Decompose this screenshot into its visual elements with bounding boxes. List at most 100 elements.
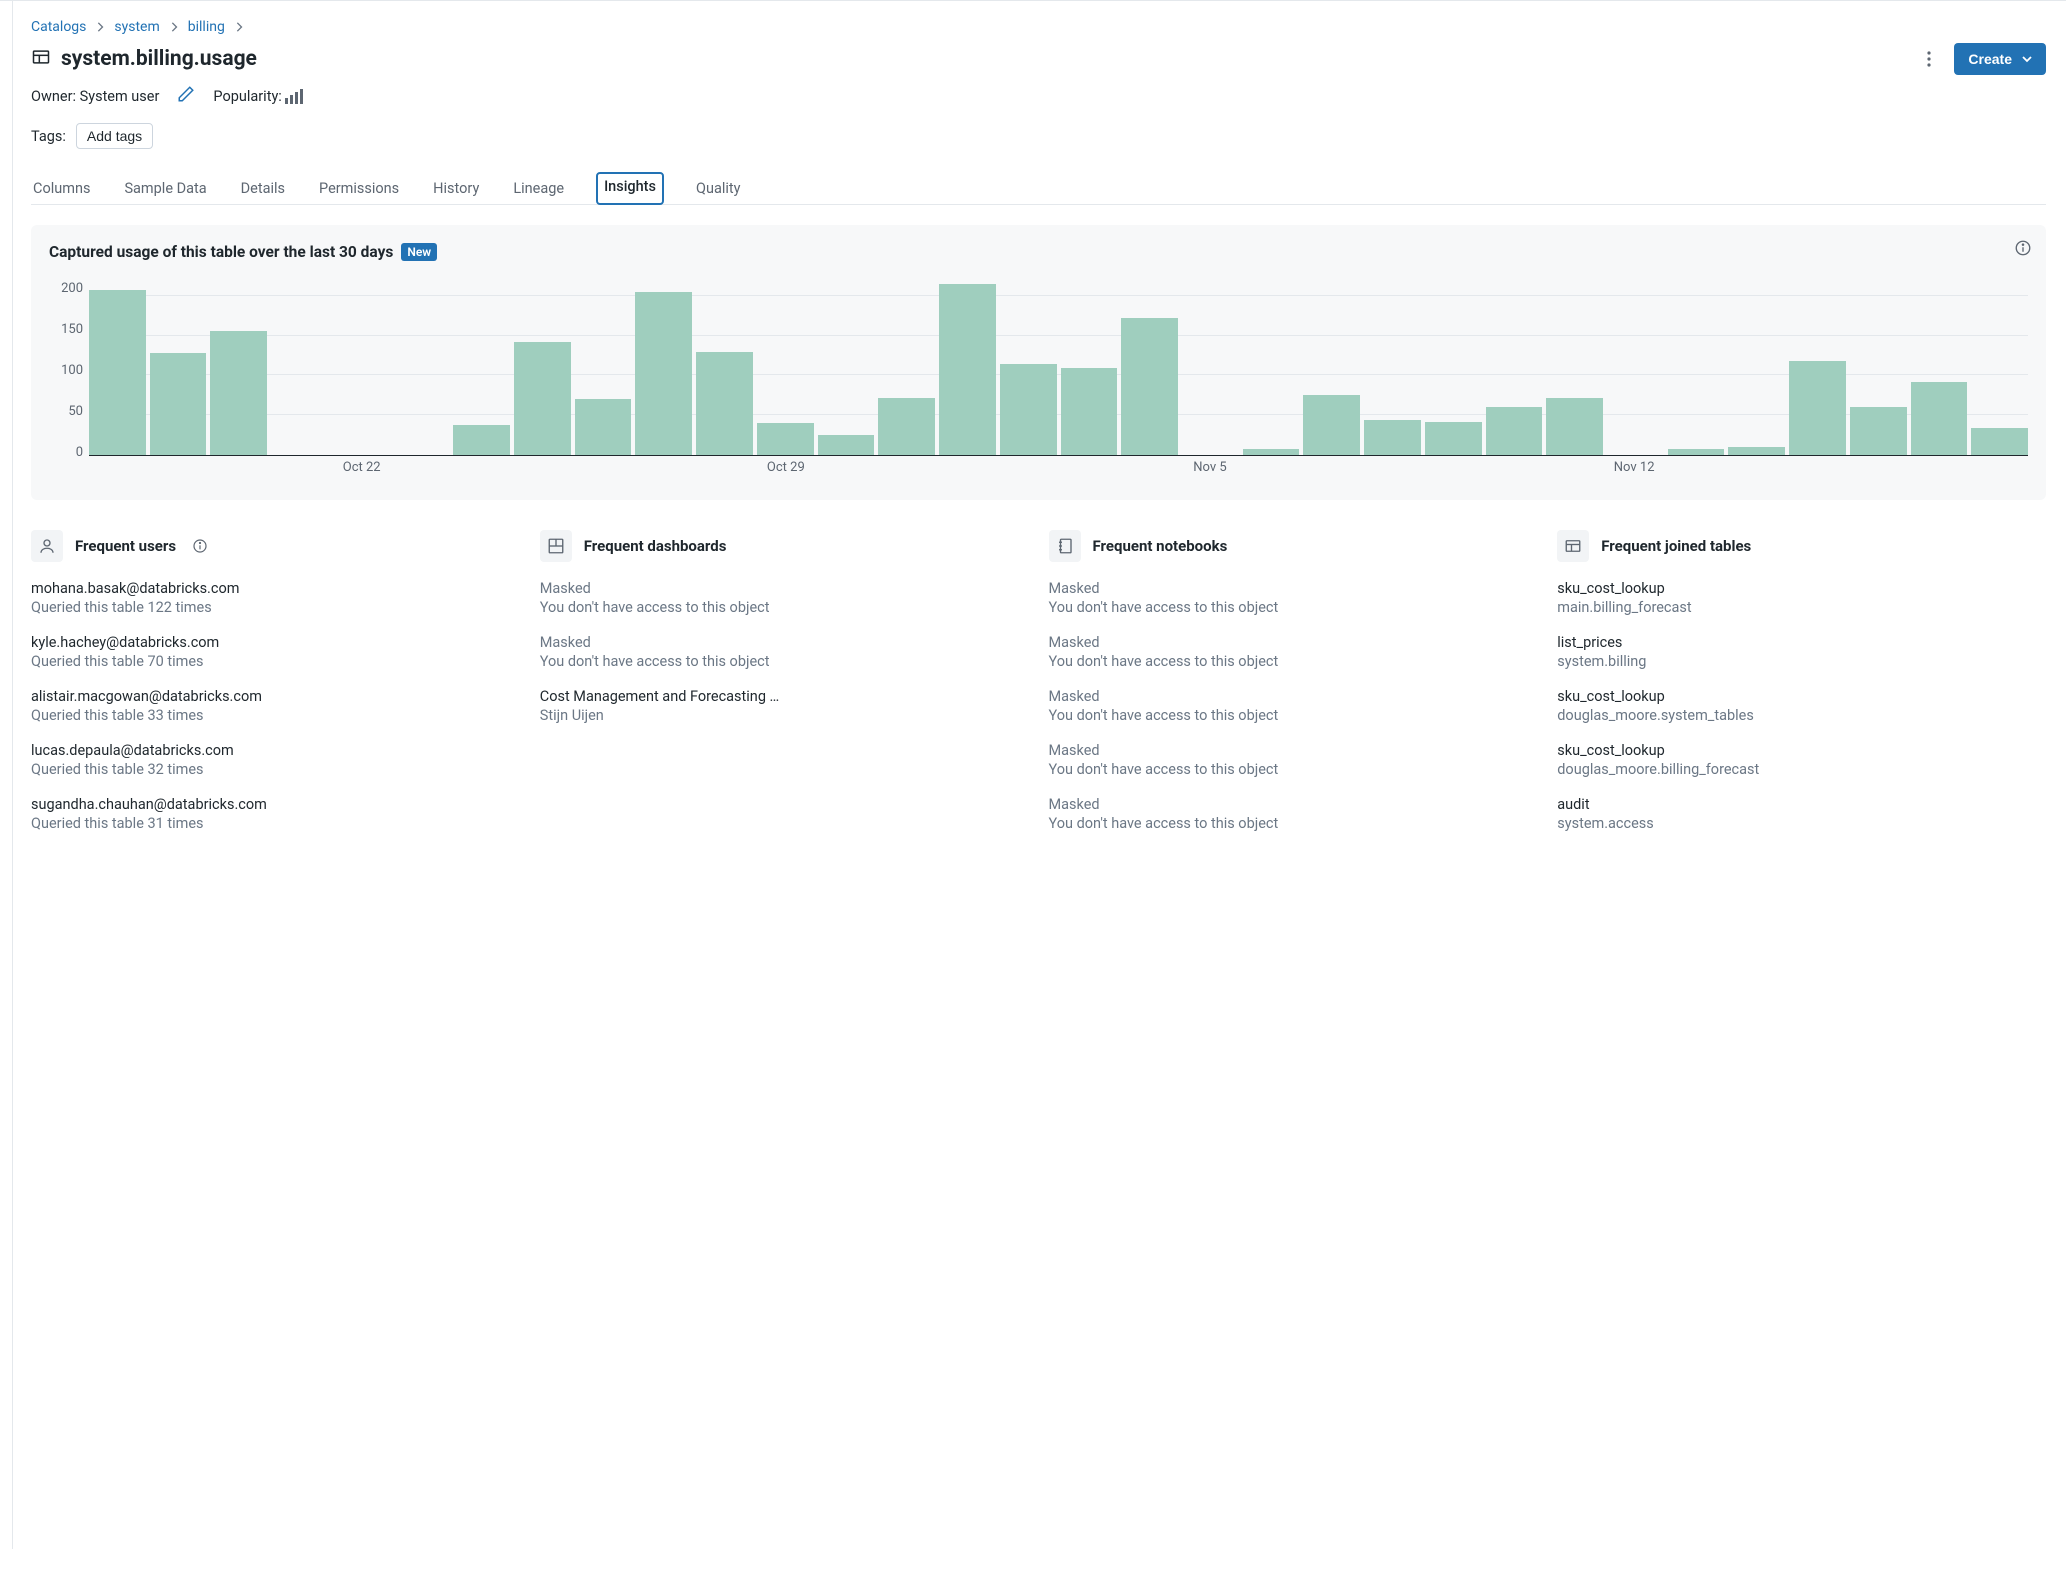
chart-bar[interactable] bbox=[1789, 361, 1846, 455]
breadcrumb-link[interactable]: billing bbox=[188, 19, 225, 35]
tab-details[interactable]: Details bbox=[239, 172, 287, 205]
list-item-subtitle: douglas_moore.billing_forecast bbox=[1557, 761, 2046, 778]
chart-bar[interactable] bbox=[696, 352, 753, 455]
chart-bar[interactable] bbox=[1121, 318, 1178, 455]
list-item[interactable]: sugandha.chauhan@databricks.com Queried t… bbox=[31, 796, 520, 832]
chart-bar[interactable] bbox=[1061, 368, 1118, 456]
chart-bar[interactable] bbox=[514, 342, 571, 455]
usage-chart: 200150100500 Oct 22Oct 29Nov 5Nov 12 bbox=[49, 281, 2028, 482]
chart-bar[interactable] bbox=[1850, 407, 1907, 455]
chart-bar[interactable] bbox=[1668, 449, 1725, 455]
create-button[interactable]: Create bbox=[1954, 43, 2046, 75]
chart-bar[interactable] bbox=[1728, 447, 1785, 455]
chart-bar[interactable] bbox=[1486, 407, 1543, 455]
tab-lineage[interactable]: Lineage bbox=[511, 172, 566, 205]
list-item[interactable]: Cost Management and Forecasting … Stijn U… bbox=[540, 688, 1029, 724]
chart-bar[interactable] bbox=[757, 423, 814, 455]
list-item-subtitle: system.access bbox=[1557, 815, 2046, 832]
tags-label: Tags: bbox=[31, 128, 66, 145]
chevron-right-icon bbox=[170, 22, 178, 32]
chart-bar[interactable] bbox=[1000, 364, 1057, 455]
tab-history[interactable]: History bbox=[431, 172, 481, 205]
list-item-title: sugandha.chauhan@databricks.com bbox=[31, 796, 520, 813]
panel-title: Captured usage of this table over the la… bbox=[49, 243, 393, 261]
list-item-title: lucas.depaula@databricks.com bbox=[31, 742, 520, 759]
chart-bar[interactable] bbox=[1303, 395, 1360, 455]
chart-bar[interactable] bbox=[89, 290, 146, 455]
new-badge: New bbox=[401, 243, 437, 261]
list-item[interactable]: audit system.access bbox=[1557, 796, 2046, 832]
list-item-subtitle: Stijn Uijen bbox=[540, 707, 1029, 724]
chart-bar[interactable] bbox=[1911, 382, 1968, 455]
list-item[interactable]: mohana.basak@databricks.comQueried this … bbox=[31, 580, 520, 616]
list-item-title: Masked bbox=[1049, 688, 1538, 705]
y-axis-tick: 200 bbox=[61, 281, 83, 296]
list-item[interactable]: alistair.macgowan@databricks.comQueried … bbox=[31, 688, 520, 724]
list-item-title: sku_cost_lookup bbox=[1557, 742, 2046, 759]
tab-insights[interactable]: Insights bbox=[596, 172, 664, 205]
list-item[interactable]: sku_cost_lookup douglas_moore.billing_for… bbox=[1557, 742, 2046, 778]
kebab-menu-button[interactable] bbox=[1914, 44, 1944, 74]
info-icon[interactable] bbox=[2014, 239, 2032, 261]
create-button-label: Create bbox=[1968, 51, 2012, 67]
list-item-subtitle: You don't have access to this object bbox=[540, 599, 1029, 616]
breadcrumb-link[interactable]: system bbox=[114, 19, 159, 35]
breadcrumb-link[interactable]: Catalogs bbox=[31, 19, 86, 35]
list-item-title: mohana.basak@databricks.com bbox=[31, 580, 520, 597]
list-item-subtitle: Queried this table 31 times bbox=[31, 815, 520, 832]
list-item[interactable]: kyle.hachey@databricks.comQueried this t… bbox=[31, 634, 520, 670]
list-item[interactable]: lucas.depaula@databricks.com Queried this… bbox=[31, 742, 520, 778]
chart-bar[interactable] bbox=[1546, 398, 1603, 455]
add-tags-button[interactable]: Add tags bbox=[76, 123, 153, 149]
list-item-title: Cost Management and Forecasting … bbox=[540, 688, 1029, 705]
chart-bar[interactable] bbox=[635, 292, 692, 455]
list-item: MaskedYou don't have access to this obje… bbox=[1049, 796, 1538, 832]
list-item-subtitle: douglas_moore.system_tables bbox=[1557, 707, 2046, 724]
list-item-title: Masked bbox=[1049, 742, 1538, 759]
chart-bar[interactable] bbox=[150, 353, 207, 455]
list-item-title: Masked bbox=[1049, 634, 1538, 651]
tab-quality[interactable]: Quality bbox=[694, 172, 743, 205]
y-axis-tick: 150 bbox=[61, 322, 83, 337]
popularity-icon bbox=[285, 89, 303, 104]
list-item-subtitle: Queried this table 70 times bbox=[31, 653, 520, 670]
list-item[interactable]: sku_cost_lookup douglas_moore.system_tabl… bbox=[1557, 688, 2046, 724]
chart-bar[interactable] bbox=[575, 399, 632, 455]
list-item-title: sku_cost_lookup bbox=[1557, 688, 2046, 705]
y-axis-tick: 100 bbox=[61, 363, 83, 378]
list-item[interactable]: sku_cost_lookupmain.billing_forecast bbox=[1557, 580, 2046, 616]
list-item-subtitle: system.billing bbox=[1557, 653, 2046, 670]
list-item: MaskedYou don't have access to this obje… bbox=[540, 634, 1029, 670]
chart-bar[interactable] bbox=[453, 425, 510, 455]
chart-bar[interactable] bbox=[1364, 420, 1421, 455]
list-item-title: audit bbox=[1557, 796, 2046, 813]
tab-sample-data[interactable]: Sample Data bbox=[122, 172, 208, 205]
info-icon[interactable] bbox=[192, 538, 208, 554]
frequent-dashboards-column: Frequent dashboards MaskedYou don't have… bbox=[540, 530, 1029, 850]
chart-bar[interactable] bbox=[1243, 449, 1300, 455]
chart-bar[interactable] bbox=[939, 284, 996, 455]
chart-bar[interactable] bbox=[1971, 428, 2028, 455]
frequent-notebooks-column: Frequent notebooks MaskedYou don't have … bbox=[1049, 530, 1538, 850]
list-item-subtitle: You don't have access to this object bbox=[1049, 599, 1538, 616]
list-item-title: alistair.macgowan@databricks.com bbox=[31, 688, 520, 705]
x-axis-tick: Oct 29 bbox=[767, 460, 805, 475]
list-item-subtitle: Queried this table 32 times bbox=[31, 761, 520, 778]
tab-permissions[interactable]: Permissions bbox=[317, 172, 401, 205]
tab-columns[interactable]: Columns bbox=[31, 172, 92, 205]
user-icon bbox=[31, 530, 63, 562]
chart-bar[interactable] bbox=[818, 435, 875, 455]
breadcrumb: Catalogs system billing bbox=[31, 19, 2066, 35]
list-item: MaskedYou don't have access to this obje… bbox=[1049, 580, 1538, 616]
page-title: system.billing.usage bbox=[61, 47, 257, 71]
list-item[interactable]: list_prices system.billing bbox=[1557, 634, 2046, 670]
dashboard-icon bbox=[540, 530, 572, 562]
chart-bar[interactable] bbox=[210, 331, 267, 455]
chart-bar[interactable] bbox=[878, 398, 935, 455]
list-item-subtitle: You don't have access to this object bbox=[1049, 707, 1538, 724]
list-item: Masked You don't have access to this obje… bbox=[1049, 688, 1538, 724]
edit-owner-button[interactable] bbox=[177, 85, 195, 107]
list-item-title: list_prices bbox=[1557, 634, 2046, 651]
list-item-subtitle: You don't have access to this object bbox=[1049, 815, 1538, 832]
chart-bar[interactable] bbox=[1425, 422, 1482, 455]
